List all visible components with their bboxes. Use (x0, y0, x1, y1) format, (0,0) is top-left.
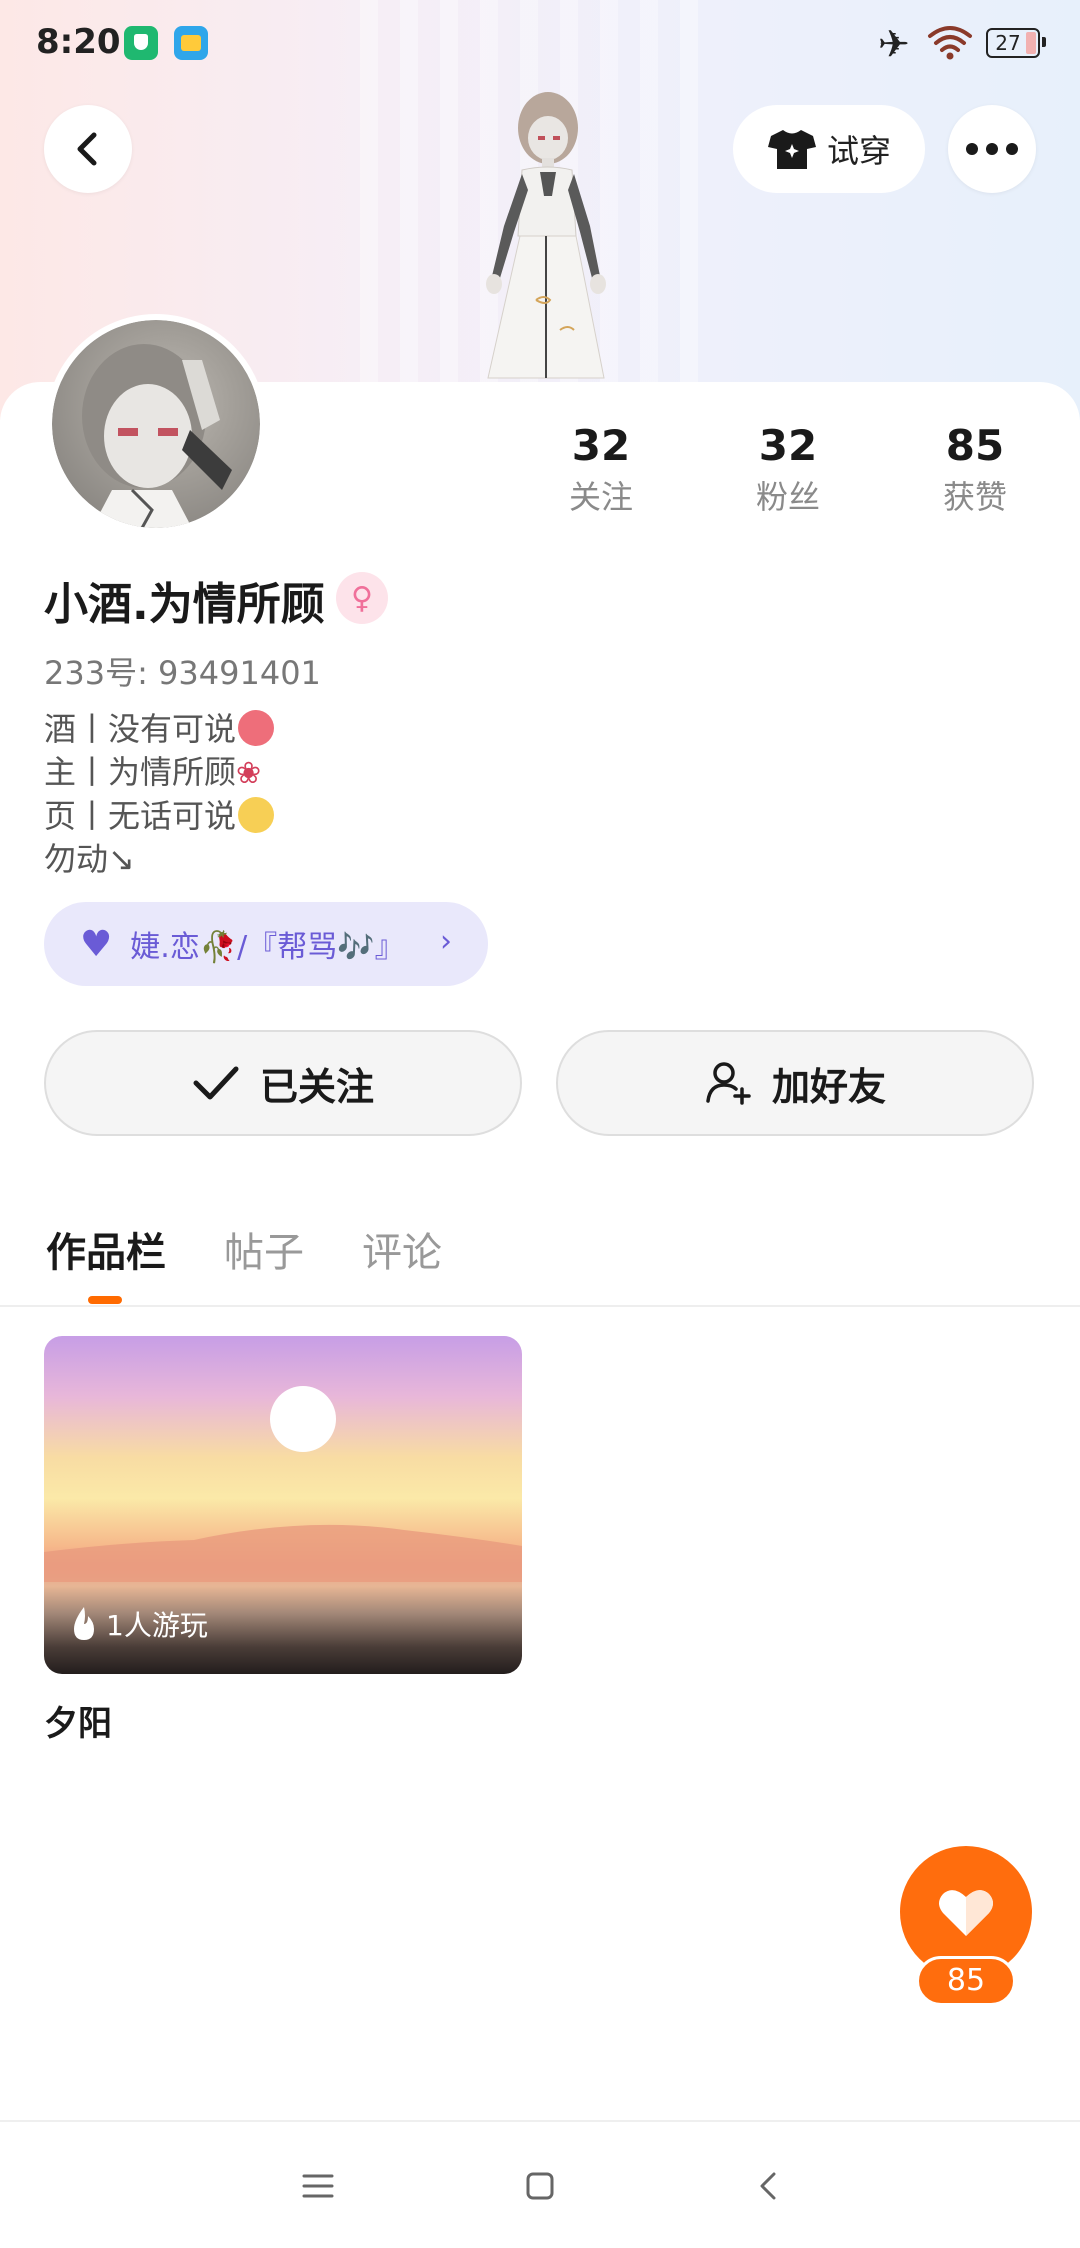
airplane-icon: ✈ (878, 22, 910, 66)
tshirt-icon (767, 130, 816, 169)
bio-line: 主丨为情所顾 (44, 753, 237, 791)
tab-posts[interactable]: 帖子 (224, 1220, 304, 1278)
tab-works[interactable]: 作品栏 (46, 1220, 166, 1278)
guild-badge[interactable]: ♥ 婕.恋🥀/『帮骂🎶』 › (44, 902, 488, 986)
stat-followers-value: 32 (758, 421, 818, 470)
expressionless-face-icon (238, 797, 275, 833)
battery-level: 27 (995, 31, 1021, 55)
status-bar: 8:20 ✈ 27 (0, 0, 1080, 90)
app-wallet-icon (174, 26, 208, 60)
app-shield-icon (124, 26, 158, 60)
more-button[interactable] (948, 105, 1036, 193)
tab-indicator (88, 1296, 122, 1304)
menu-nav-button[interactable] (288, 2156, 348, 2216)
status-time: 8:20 (36, 22, 121, 62)
like-count: 85 (916, 1956, 1016, 2006)
wifi-icon (928, 26, 972, 60)
female-icon: ♀ (336, 572, 388, 624)
more-dots-icon (966, 143, 1018, 155)
stat-likes-label: 获赞 (942, 478, 1007, 516)
bio: 酒丨没有可说 主丨为情所顾❀ 页丨无话可说 勿动↘ (44, 708, 275, 881)
tab-comments[interactable]: 评论 (362, 1220, 442, 1278)
tabs-divider (0, 1305, 1080, 1307)
stat-followers[interactable]: 32 粉丝 (718, 418, 858, 520)
character-avatar-figure (486, 92, 606, 379)
stat-followers-label: 粉丝 (755, 478, 820, 516)
work-title[interactable]: 夕阳 (44, 1696, 112, 1745)
sun-graphic (270, 1386, 336, 1452)
back-button[interactable] (44, 105, 132, 193)
heart-icon (939, 1890, 993, 1936)
bio-line: 页丨无话可说 (44, 797, 237, 835)
menu-icon (302, 2174, 334, 2198)
bio-line: 酒丨没有可说 (44, 710, 237, 748)
back-arrow-icon (760, 2172, 776, 2200)
play-count-text: 1人游玩 (106, 1609, 208, 1642)
content-tabs: 作品栏 帖子 评论 (0, 1196, 1080, 1306)
tryon-button[interactable]: 试穿 (733, 105, 925, 193)
battery-icon: 27 (986, 28, 1046, 58)
stat-following-label: 关注 (568, 478, 633, 516)
avatar-portrait (82, 344, 232, 528)
user-id: 233号: 93491401 (44, 654, 321, 692)
home-square-icon (526, 2172, 554, 2200)
following-button[interactable]: 已关注 (44, 1030, 522, 1136)
following-label: 已关注 (259, 1064, 374, 1109)
stat-likes[interactable]: 85 获赞 (905, 418, 1045, 520)
play-count: 1人游玩 (70, 1604, 208, 1644)
chevron-left-icon (77, 132, 97, 166)
stat-likes-value: 85 (945, 421, 1005, 470)
purple-heart-icon: ♥ (80, 923, 113, 965)
add-friend-button[interactable]: 加好友 (556, 1030, 1034, 1136)
flame-icon (74, 1607, 94, 1640)
wilted-rose-icon: ❀ (236, 756, 262, 791)
angry-face-icon (238, 710, 275, 746)
guild-name: 婕.恋🥀/『帮骂🎶』 (130, 930, 405, 965)
stat-following-value: 32 (571, 421, 631, 470)
add-friend-label: 加好友 (771, 1064, 886, 1109)
back-nav-button[interactable] (738, 2156, 798, 2216)
chevron-right-icon: › (440, 924, 452, 959)
home-nav-button[interactable] (510, 2156, 570, 2216)
work-card[interactable]: 1人游玩 (44, 1336, 522, 1674)
stat-following[interactable]: 32 关注 (531, 418, 671, 520)
avatar[interactable] (46, 314, 266, 534)
mountain-graphic (44, 1524, 522, 1582)
system-nav-bar (0, 2122, 1080, 2248)
username: 小酒.为情所顾 (44, 579, 325, 630)
checkmark-icon (193, 1066, 239, 1100)
bio-line: 勿动↘ (44, 840, 135, 878)
add-user-icon (706, 1062, 751, 1105)
tryon-label: 试穿 (826, 132, 891, 170)
